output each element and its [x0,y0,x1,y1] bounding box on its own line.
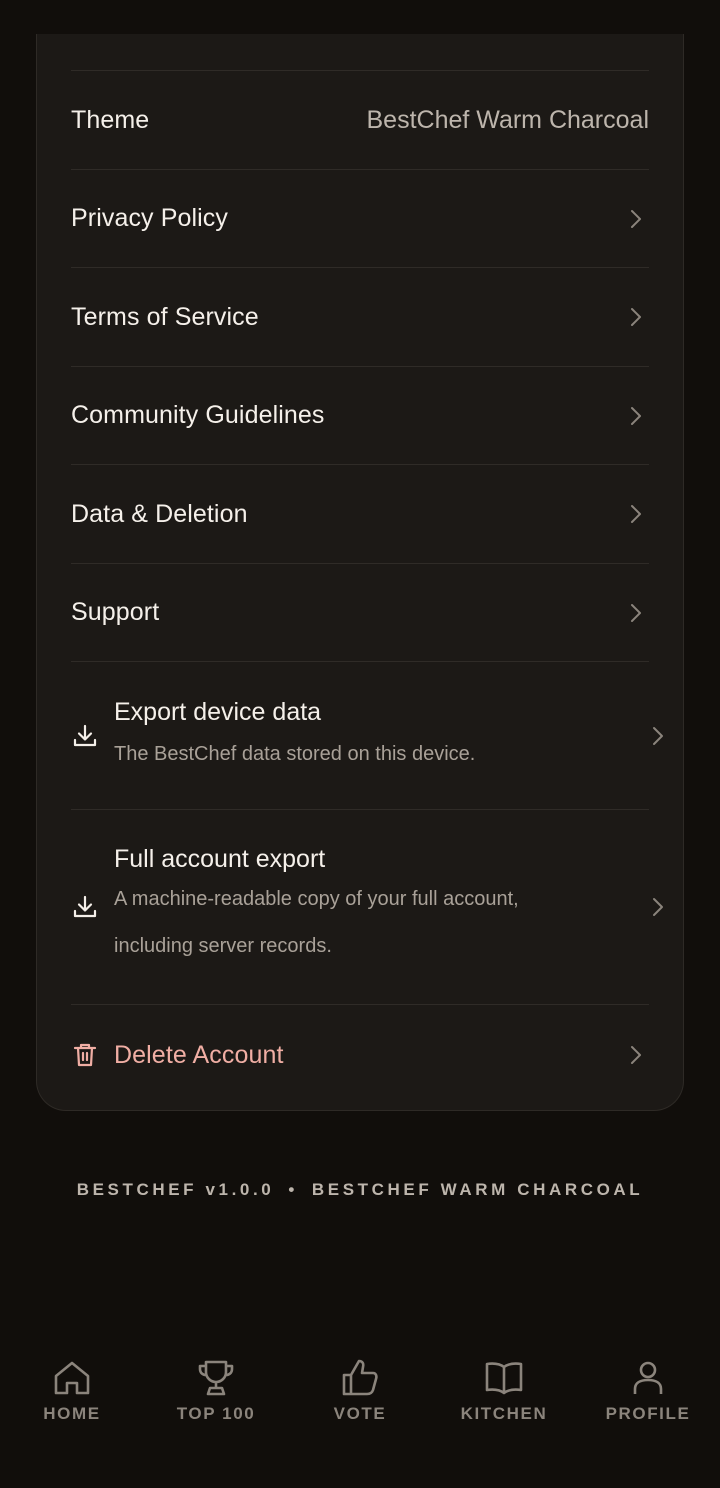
chevron-right-icon [653,898,663,916]
tab-profile[interactable]: PROFILE [576,1340,720,1440]
theme-name-text: BESTCHEF WARM CHARCOAL [311,1180,644,1199]
book-icon [485,1362,523,1395]
separator-dot: • [288,1180,298,1199]
download-icon [73,724,97,746]
person-icon [633,1361,663,1394]
chevron-right-icon [631,406,641,425]
delete-account-row[interactable]: Delete Account [71,1005,649,1105]
theme-label: Theme [71,105,150,134]
tab-kitchen[interactable]: KITCHEN [432,1340,576,1440]
privacy-policy-row[interactable]: Privacy Policy [71,170,649,268]
data-deletion-row[interactable]: Data & Deletion [71,465,649,564]
theme-row[interactable]: Theme BestChef Warm Charcoal [71,71,649,170]
chevron-right-icon [631,505,641,523]
data-deletion-label: Data & Deletion [71,499,248,528]
tab-kitchen-label: KITCHEN [460,1404,548,1423]
terms-of-service-label: Terms of Service [71,302,259,331]
export-device-texts: Export device data The BestChef data sto… [114,694,475,778]
trophy-icon [198,1360,234,1396]
chevron-right-icon [631,308,641,326]
delete-account-label: Delete Account [114,1040,284,1069]
app-version-footer: BESTCHEF v1.0.0 • BESTCHEF WARM CHARCOAL [0,1180,720,1200]
full-account-export-row[interactable]: Full account export A machine-readable c… [71,810,663,1005]
download-icon [73,895,97,918]
trash-icon [73,1043,97,1067]
tab-top-100[interactable]: TOP 100 [144,1340,288,1440]
tab-top-100-label: TOP 100 [176,1404,256,1423]
export-device-title: Export device data [114,697,322,726]
bottom-tab-bar: HOME TOP 100 VOTE KITCHEN PROFILE [0,1340,720,1440]
tab-vote[interactable]: VOTE [288,1340,432,1440]
full-export-texts: Full account export A machine-readable c… [114,845,519,970]
tab-vote-label: VOTE [333,1404,387,1423]
tab-profile-label: PROFILE [605,1404,691,1423]
export-device-subtitle: The BestChef data stored on this device. [114,742,476,765]
community-guidelines-row[interactable]: Community Guidelines [71,367,649,465]
support-row[interactable]: Support [71,564,649,662]
version-text: BESTCHEF v1.0.0 [76,1180,275,1199]
chevron-right-icon [631,209,641,228]
export-device-data-row[interactable]: Export device data The BestChef data sto… [71,662,663,810]
terms-of-service-row[interactable]: Terms of Service [71,268,649,367]
theme-value: BestChef Warm Charcoal [366,105,650,134]
support-label: Support [71,598,160,626]
settings-screen: Theme BestChef Warm Charcoal Privacy Pol… [0,0,720,1488]
chevron-right-icon [631,1046,641,1064]
thumbs-up-icon [342,1359,378,1396]
full-export-title: Full account export [114,844,326,873]
full-export-subtitle-line2: including server records. [114,934,332,957]
settings-card: Theme BestChef Warm Charcoal Privacy Pol… [36,34,684,1111]
chevron-right-icon [631,603,641,622]
tab-home[interactable]: HOME [0,1340,144,1440]
tab-home-label: HOME [43,1404,101,1423]
home-icon [54,1361,90,1395]
chevron-right-icon [653,726,663,745]
full-export-subtitle-line1: A machine-readable copy of your full acc… [114,887,519,910]
privacy-policy-label: Privacy Policy [71,204,228,232]
community-guidelines-label: Community Guidelines [71,401,325,429]
